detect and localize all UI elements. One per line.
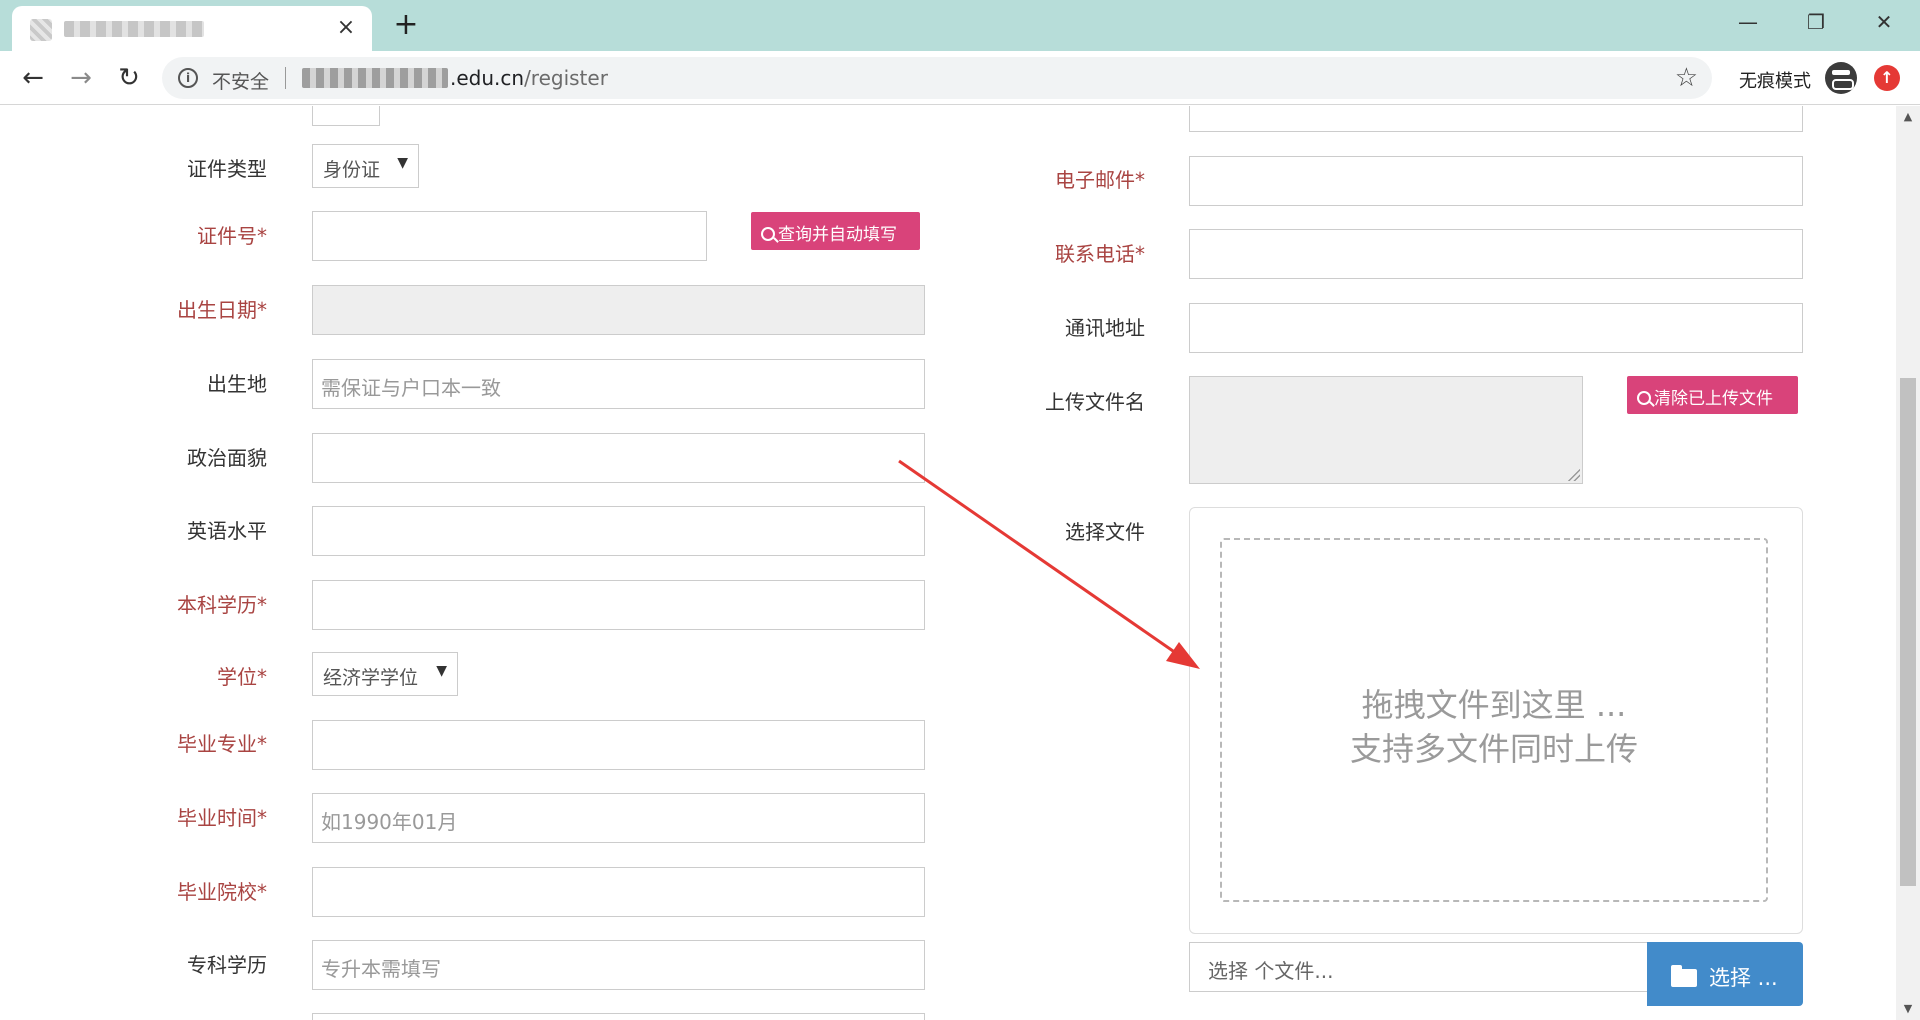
address-bar[interactable]: i 不安全 .edu.cn/register ☆ [162,57,1712,99]
insecure-label[interactable]: 不安全 [212,67,269,94]
scroll-down-icon[interactable]: ▼ [1896,998,1920,1020]
update-icon[interactable]: ↑ [1874,65,1900,91]
annotation-arrow-line [898,459,1187,662]
browser-toolbar: ← → ↻ i 不安全 .edu.cn/register ☆ 无痕模式 ↑ [0,51,1920,105]
page-viewport: 证件类型 身份证 ▼ 证件号* 查询并自动填写 出生日期* 出生地 需保证与户口… [0,106,1896,1020]
window-close-button[interactable]: ✕ [1860,8,1908,36]
browser-tab[interactable]: × [12,6,372,51]
incognito-icon[interactable] [1825,62,1857,94]
url-path: /register [524,66,608,90]
page-scrollbar[interactable]: ▲ ▼ [1896,106,1920,1020]
incognito-label: 无痕模式 [1739,71,1811,92]
forward-icon[interactable]: → [64,61,98,95]
back-icon[interactable]: ← [16,61,50,95]
address-separator [285,67,286,89]
bookmark-star-icon[interactable]: ☆ [1675,63,1698,93]
browser-tab-strip: × + — ❐ ✕ [0,0,1920,51]
info-icon[interactable]: i [178,68,198,88]
tab-title [64,21,204,37]
annotation-arrow-head [1166,642,1200,669]
url-redacted-host [302,68,448,88]
close-tab-icon[interactable]: × [334,16,358,40]
restore-button[interactable]: ❐ [1792,8,1840,36]
scroll-thumb[interactable] [1900,378,1916,886]
scroll-up-icon[interactable]: ▲ [1896,106,1920,128]
url-text[interactable]: .edu.cn/register [450,66,608,90]
url-domain: .edu.cn [450,66,525,90]
favicon-icon [30,19,52,41]
new-tab-button[interactable]: + [390,9,422,41]
reload-icon[interactable]: ↻ [112,61,146,95]
minimize-button[interactable]: — [1724,8,1772,36]
annotation-arrow [898,459,1200,669]
